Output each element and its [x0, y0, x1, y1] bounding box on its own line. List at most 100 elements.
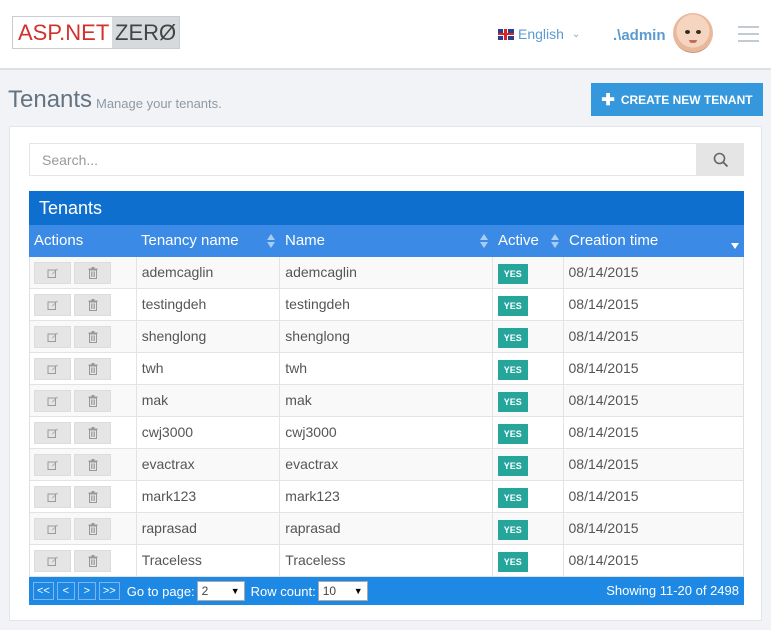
create-button-label: CREATE NEW TENANT: [620, 92, 753, 107]
table-row: cwj3000 cwj3000 YES 08/14/2015: [30, 417, 743, 449]
sort-desc-icon: [731, 234, 740, 249]
edit-button[interactable]: [34, 357, 71, 380]
top-header: ASP.NET ZERØ English ⌄ .\admin: [0, 0, 771, 70]
column-header-tenancy-name[interactable]: Tenancy name: [136, 225, 280, 257]
hamburger-icon[interactable]: [738, 26, 759, 42]
active-cell: YES: [493, 353, 564, 384]
dropdown-arrow-icon: ▼: [230, 586, 240, 596]
active-cell: YES: [493, 449, 564, 480]
trash-icon: [88, 330, 97, 343]
user-name[interactable]: .\admin: [613, 27, 666, 44]
tenancy-name-cell: Traceless: [137, 545, 281, 576]
table-row: mak mak YES 08/14/2015: [30, 385, 743, 417]
tenancy-name-cell: raprasad: [137, 513, 281, 544]
edit-icon: [47, 300, 58, 310]
name-cell: testingdeh: [280, 289, 493, 320]
creation-time-cell: 08/14/2015: [568, 520, 639, 536]
status-badge: YES: [497, 328, 528, 348]
delete-button[interactable]: [74, 453, 111, 476]
delete-button[interactable]: [74, 293, 111, 316]
search-bar: [29, 143, 744, 176]
edit-icon: [47, 268, 58, 278]
creation-time-cell: 08/14/2015: [568, 360, 639, 376]
column-label: Creation time: [569, 232, 659, 249]
edit-button[interactable]: [34, 485, 71, 508]
uk-flag-icon: [498, 28, 514, 40]
language-selector[interactable]: English ⌄: [498, 26, 580, 42]
trash-icon: [88, 266, 97, 279]
search-button[interactable]: [697, 143, 744, 176]
table-row: testingdeh testingdeh YES 08/14/2015: [30, 289, 743, 321]
delete-button[interactable]: [74, 549, 111, 572]
delete-button[interactable]: [74, 485, 111, 508]
next-page-button[interactable]: >: [77, 582, 96, 600]
column-header-actions: Actions: [34, 232, 84, 249]
edit-button[interactable]: [34, 293, 71, 316]
table-row: raprasad raprasad YES 08/14/2015: [30, 513, 743, 545]
grid-header: Actions Tenancy name Name Active Creatio…: [29, 225, 744, 257]
table-row: evactrax evactrax YES 08/14/2015: [30, 449, 743, 481]
table-row: shenglong shenglong YES 08/14/2015: [30, 321, 743, 353]
edit-button[interactable]: [34, 517, 71, 540]
tenancy-name-cell: shenglong: [137, 321, 281, 352]
tenancy-name-cell: mak: [137, 385, 281, 416]
sort-icon: [267, 234, 276, 248]
column-header-name[interactable]: Name: [280, 225, 493, 257]
delete-button[interactable]: [74, 389, 111, 412]
tenancy-name-cell: ademcaglin: [137, 257, 281, 288]
delete-button[interactable]: [74, 421, 111, 444]
chevron-down-icon: ⌄: [571, 28, 581, 40]
delete-button[interactable]: [74, 517, 111, 540]
last-page-button[interactable]: >>: [98, 582, 120, 600]
status-badge: YES: [497, 488, 528, 508]
name-cell: Traceless: [280, 545, 493, 576]
logo-text-right: ZERØ: [112, 17, 179, 48]
page-select[interactable]: 2 ▼: [196, 581, 245, 601]
tenancy-name-cell: mark123: [137, 481, 281, 512]
avatar[interactable]: [673, 13, 713, 53]
edit-icon: [47, 556, 58, 566]
delete-button[interactable]: [74, 261, 111, 284]
delete-button[interactable]: [74, 325, 111, 348]
edit-icon: [47, 492, 58, 502]
edit-button[interactable]: [34, 325, 71, 348]
actions-cell: [30, 449, 137, 480]
name-cell: mak: [280, 385, 493, 416]
sort-icon: [551, 234, 560, 248]
actions-cell: [30, 385, 137, 416]
app-logo[interactable]: ASP.NET ZERØ: [12, 16, 180, 49]
column-header-active[interactable]: Active: [493, 225, 564, 257]
edit-button[interactable]: [34, 261, 71, 284]
creation-time-cell: 08/14/2015: [568, 328, 639, 344]
trash-icon: [88, 458, 97, 471]
edit-button[interactable]: [34, 549, 71, 572]
edit-icon: [47, 524, 58, 534]
page-title: Tenants: [8, 86, 93, 113]
grid-body: ademcaglin ademcaglin YES 08/14/2015 testing…: [29, 257, 744, 577]
name-cell: evactrax: [280, 449, 493, 480]
row-count-select[interactable]: 10 ▼: [317, 581, 368, 601]
column-header-creation-time[interactable]: Creation time: [564, 225, 744, 257]
column-label: Tenancy name: [141, 232, 239, 249]
creation-time-cell: 08/14/2015: [568, 488, 639, 504]
tenancy-name-cell: testingdeh: [137, 289, 281, 320]
edit-icon: [47, 332, 58, 342]
name-cell: twh: [280, 353, 493, 384]
create-new-tenant-button[interactable]: ✚ CREATE NEW TENANT: [591, 83, 763, 116]
language-label: English: [518, 26, 564, 42]
status-badge: YES: [497, 360, 528, 380]
grid-pager: << < > >> Go to page: 2 ▼ Row count: 10 …: [29, 577, 744, 605]
first-page-button[interactable]: <<: [33, 582, 54, 600]
delete-button[interactable]: [74, 357, 111, 380]
search-input[interactable]: [29, 143, 697, 176]
edit-button[interactable]: [34, 389, 71, 412]
creation-time-cell: 08/14/2015: [568, 552, 639, 568]
actions-cell: [30, 321, 137, 352]
actions-cell: [30, 545, 137, 576]
edit-button[interactable]: [34, 421, 71, 444]
status-badge: YES: [497, 520, 528, 540]
edit-button[interactable]: [34, 453, 71, 476]
creation-time-cell: 08/14/2015: [568, 264, 639, 280]
table-row: mark123 mark123 YES 08/14/2015: [30, 481, 743, 513]
prev-page-button[interactable]: <: [56, 582, 75, 600]
